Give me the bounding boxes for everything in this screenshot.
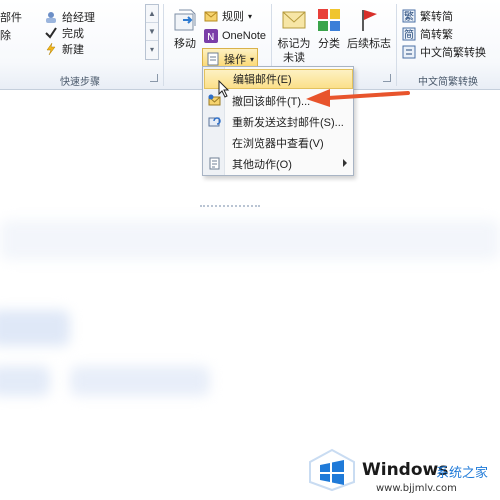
- dotted-divider: [200, 205, 260, 207]
- quick-step-done[interactable]: 完成: [44, 25, 84, 41]
- svg-text:简: 简: [404, 28, 414, 41]
- menu-item-label: 重新发送这封邮件(S)...: [232, 117, 344, 129]
- conversion-icon: [402, 45, 416, 59]
- group-label-quick-steps: 快速步骤: [60, 77, 100, 88]
- onenote-label: OneNote: [222, 30, 267, 42]
- checkmark-icon: [45, 27, 57, 39]
- quick-step-to-manager[interactable]: 给经理: [44, 9, 95, 25]
- flag-icon: [362, 10, 377, 31]
- quick-step-label: 完成: [62, 28, 84, 40]
- chinese-conversion-button[interactable]: 中文简繁转换: [402, 44, 486, 60]
- blurred-content: [0, 366, 50, 396]
- categorize-button[interactable]: 分类: [314, 6, 344, 51]
- quick-step-label: 新建: [62, 44, 84, 56]
- categorize-icon: [318, 9, 340, 31]
- move-label: 移动: [174, 38, 196, 50]
- annotation-arrow-icon: [306, 89, 410, 107]
- quick-step-reply-delete[interactable]: 除: [0, 27, 11, 43]
- watermark-url: www.bjjmlv.com: [376, 483, 457, 494]
- dialog-launcher-icon[interactable]: [383, 74, 391, 82]
- rules-label: 规则: [222, 11, 244, 23]
- svg-text:繁: 繁: [404, 10, 414, 23]
- menu-item-label: 撤回该邮件(T)...: [232, 96, 311, 108]
- menu-item-label: 其他动作(O): [232, 159, 292, 171]
- windows-logo-icon: [309, 448, 355, 492]
- onenote-icon: N: [204, 29, 218, 43]
- blurred-content: [0, 220, 500, 260]
- scroll-down-icon[interactable]: ▼: [146, 23, 158, 41]
- mouse-cursor-icon: [218, 80, 230, 98]
- quick-step-label: 给经理: [62, 12, 95, 24]
- move-button[interactable]: 移动: [170, 6, 200, 51]
- watermark-suffix: 系统之家: [436, 466, 489, 481]
- quick-steps-scroller[interactable]: ▲ ▼ ▾: [145, 4, 159, 60]
- mark-unread-label: 标记为 未读: [277, 38, 311, 64]
- chevron-down-icon: ▾: [248, 11, 253, 21]
- expand-icon[interactable]: ▾: [146, 41, 158, 59]
- quick-step-team-email[interactable]: 部件: [0, 9, 22, 25]
- other-actions-icon: [209, 157, 220, 170]
- categorize-label: 分类: [318, 38, 340, 50]
- follow-up-label: 后续标志: [347, 38, 391, 50]
- lightning-icon: [46, 42, 56, 56]
- chinese-conversion-label: 中文简繁转换: [420, 47, 486, 59]
- trad-to-simp-button[interactable]: 繁 繁转简: [402, 8, 453, 24]
- menu-item-other-actions[interactable]: 其他动作(O): [204, 154, 353, 174]
- quick-step-create-new[interactable]: 新建: [44, 41, 84, 57]
- actions-icon: [207, 52, 219, 66]
- dialog-launcher-icon[interactable]: [150, 74, 158, 82]
- trad-to-simp-label: 繁转简: [420, 11, 453, 23]
- menu-item-label: 在浏览器中查看(V): [232, 138, 324, 150]
- simp-trad-icon: 简: [402, 27, 416, 41]
- actions-label: 操作: [224, 54, 246, 66]
- envelope-icon: [282, 11, 306, 29]
- chevron-down-icon: ▾: [250, 54, 255, 64]
- menu-item-label: 编辑邮件(E): [233, 74, 292, 86]
- blurred-content: [70, 366, 210, 396]
- resend-icon: [208, 117, 221, 127]
- onenote-button[interactable]: N OneNote: [204, 29, 266, 43]
- to-manager-icon: [46, 12, 56, 23]
- menu-item-resend-message[interactable]: 重新发送这封邮件(S)...: [204, 112, 353, 132]
- mark-unread-button[interactable]: 标记为 未读: [275, 6, 313, 65]
- move-icon: [174, 9, 196, 31]
- trad-simp-icon: 繁: [402, 9, 416, 23]
- rules-button[interactable]: 规则 ▾: [204, 8, 252, 24]
- quick-step-label: 部件: [0, 12, 22, 24]
- simp-to-trad-label: 简转繁: [420, 29, 453, 41]
- quick-step-label: 除: [0, 30, 11, 42]
- blurred-content: [0, 310, 70, 346]
- submenu-arrow-icon: [343, 159, 347, 167]
- rules-icon: [204, 11, 218, 22]
- follow-up-button[interactable]: 后续标志: [346, 6, 392, 51]
- menu-item-view-in-browser[interactable]: 在浏览器中查看(V): [204, 133, 353, 153]
- group-label-chinese-conversion: 中文简繁转换: [418, 77, 478, 88]
- simp-to-trad-button[interactable]: 简 简转繁: [402, 26, 453, 42]
- svg-text:N: N: [207, 32, 214, 43]
- scroll-up-icon[interactable]: ▲: [146, 5, 158, 23]
- group-separator: [163, 4, 164, 86]
